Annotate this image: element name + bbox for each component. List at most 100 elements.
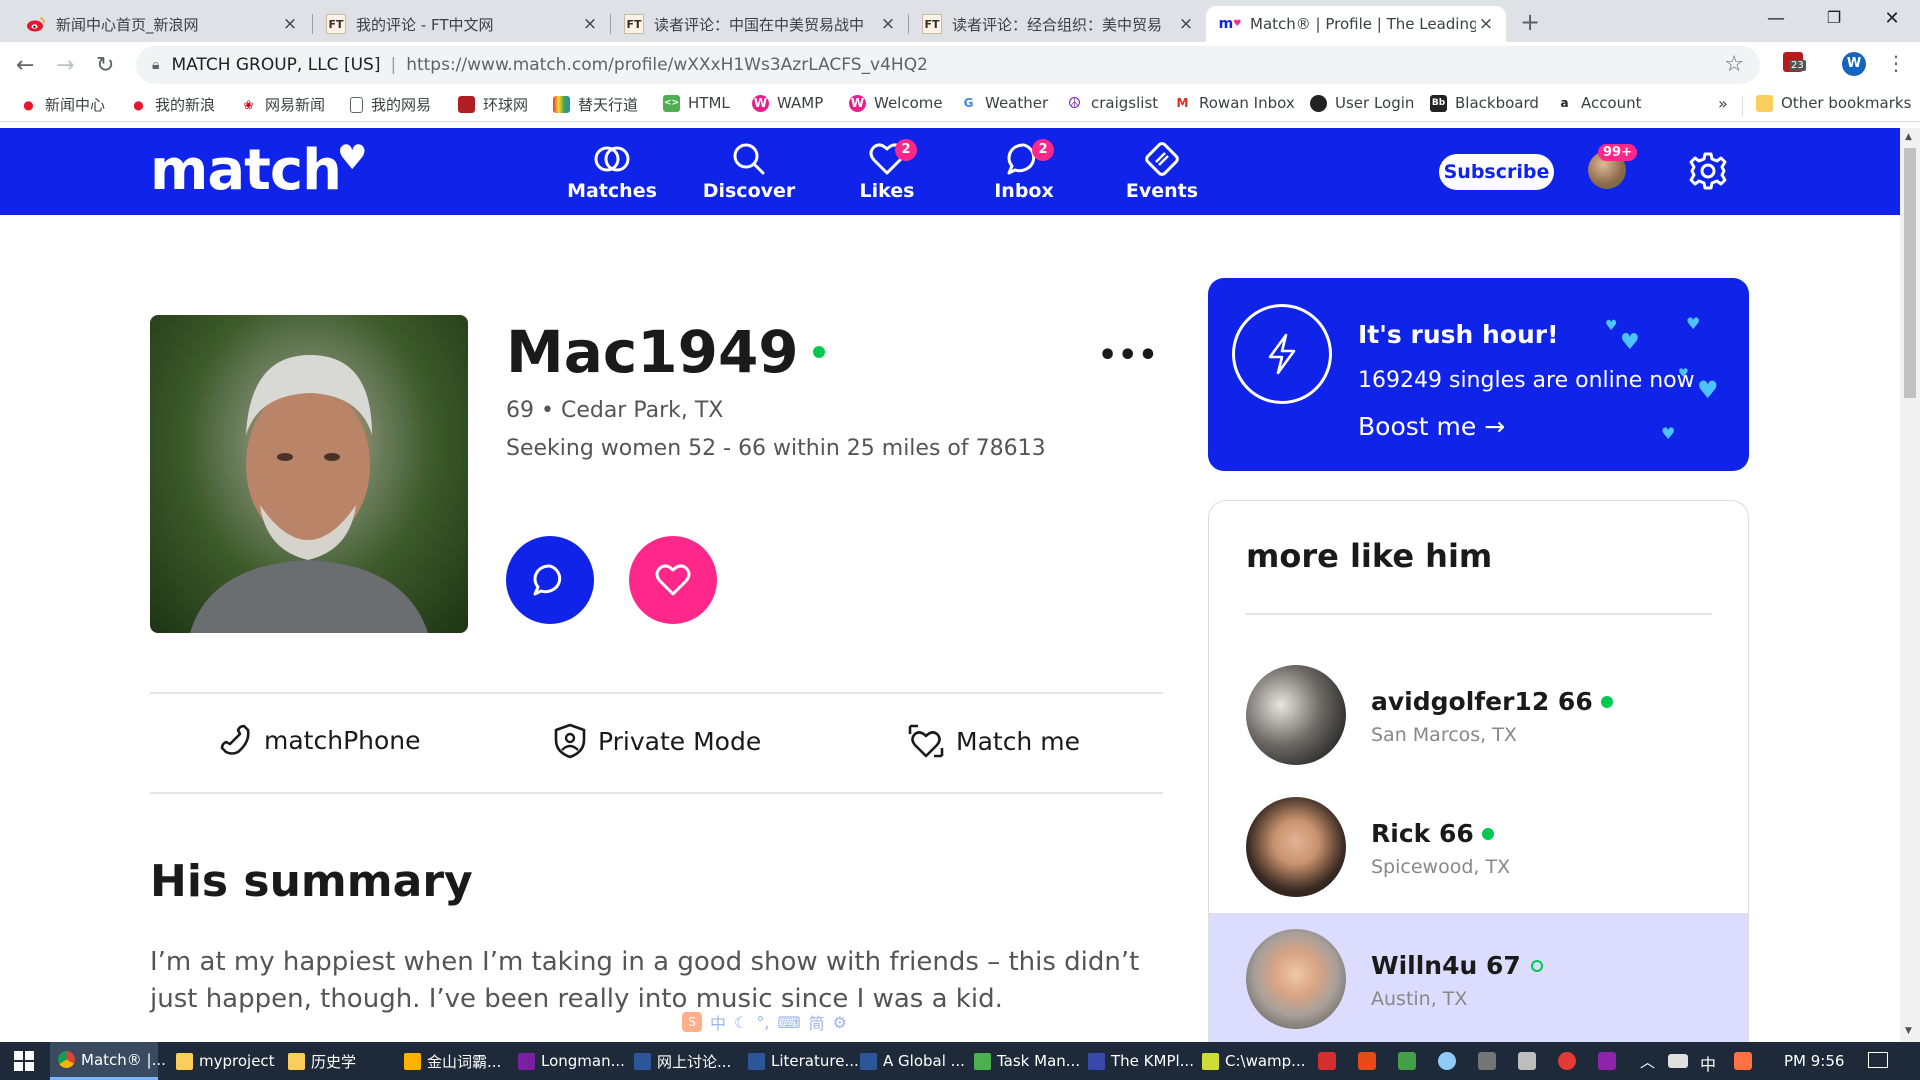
minimize-icon[interactable]: — (1756, 8, 1796, 34)
extension-icon[interactable]: 23 (1783, 52, 1806, 72)
nav-likes[interactable]: 2 Likes (837, 138, 937, 202)
bookmark-item[interactable]: M Rowan Inbox (1174, 94, 1295, 112)
reload-icon[interactable]: ↻ (96, 53, 114, 78)
browser-tab[interactable]: FT 读者评论：中国在中美贸易战中 × (610, 6, 908, 42)
taskbar-item[interactable]: A Global ... (852, 1042, 965, 1080)
ime-language[interactable]: 中 (1700, 1051, 1716, 1075)
scroll-up-icon[interactable]: ▲ (1905, 132, 1912, 142)
new-tab-button[interactable]: + (1520, 8, 1540, 36)
taskbar-item[interactable]: Match® |... (50, 1042, 166, 1080)
bookmark-item[interactable]: <> HTML (663, 94, 730, 112)
clock[interactable]: PM 9:56 (1784, 1052, 1844, 1070)
forward-arrow-icon[interactable]: → (56, 53, 74, 78)
nav-events[interactable]: Events (1112, 138, 1212, 202)
pdf-icon[interactable] (1318, 1052, 1336, 1070)
star-icon[interactable]: ☆ (1724, 52, 1744, 77)
match-icon: m ♥ (1218, 16, 1242, 32)
close-tab-icon[interactable]: × (1176, 14, 1196, 34)
private-mode-button[interactable]: Private Mode (552, 722, 761, 760)
bookmark-item[interactable]: ❀ 网易新闻 (240, 94, 325, 115)
match-logo[interactable]: match♥ (150, 138, 370, 203)
tab-title: Match® | Profile | The Leading O (1250, 15, 1476, 33)
browser-tab-active[interactable]: m ♥ Match® | Profile | The Leading O × (1206, 6, 1506, 42)
message-button[interactable] (506, 536, 594, 624)
ime-toolbar[interactable]: S 中 ☾ °, ⌨ 简 ⚙ (676, 1008, 936, 1036)
tray-app-icon[interactable] (1398, 1052, 1416, 1070)
notifications-icon[interactable] (1868, 1052, 1888, 1068)
taskbar-item[interactable]: C:\wamp... (1194, 1042, 1305, 1080)
taskbar-item[interactable]: Longman... (510, 1042, 625, 1080)
bookmark-item[interactable]: G Weather (960, 94, 1049, 112)
taskbar-item[interactable]: Task Man... (966, 1042, 1080, 1080)
bookmark-item[interactable]: ● 我的新浪 (130, 94, 215, 115)
tray-app-icon[interactable] (1478, 1052, 1496, 1070)
subscribe-button[interactable]: Subscribe (1439, 154, 1554, 190)
taskbar-item[interactable]: 历史学 (280, 1042, 388, 1080)
page-icon (350, 96, 363, 113)
url-text: https://www.match.com/profile/wXXxH1Ws3A… (406, 55, 928, 75)
scroll-down-icon[interactable]: ▼ (1905, 1026, 1912, 1036)
word-icon (748, 1052, 765, 1070)
browser-tab[interactable]: FT 我的评论 - FT中文网 × (312, 6, 610, 42)
suggested-profile-row[interactable]: Willn4u 67 Austin, TX (1209, 913, 1748, 1045)
taskbar-item[interactable]: The KMPl... (1080, 1042, 1194, 1080)
tray-app-icon[interactable] (1518, 1052, 1536, 1070)
address-bar[interactable]: 🔒︎ MATCH GROUP, LLC [US] | https://www.m… (136, 46, 1760, 84)
close-tab-icon[interactable]: × (1476, 14, 1496, 34)
close-tab-icon[interactable]: × (280, 14, 300, 34)
nav-inbox[interactable]: 2 Inbox (974, 138, 1074, 202)
bookmark-item[interactable]: 我的网易 (350, 94, 431, 115)
taskbar-item[interactable]: 金山词霸... (396, 1042, 504, 1080)
suggested-profile-row[interactable]: avidgolfer12 66 San Marcos, TX (1209, 649, 1748, 781)
bookmark-item[interactable]: W WAMP (752, 94, 823, 112)
browser-tab[interactable]: FT 读者评论：经合组织：美中贸易 × (908, 6, 1206, 42)
like-button[interactable] (629, 536, 717, 624)
sogou-tray-icon[interactable] (1734, 1052, 1752, 1070)
boost-me-link[interactable]: Boost me → (1358, 412, 1505, 441)
wamp-icon: W (752, 94, 769, 112)
bookmark-item[interactable]: W Welcome (849, 94, 943, 112)
bookmark-item[interactable]: a Account (1556, 94, 1641, 112)
bookmark-item[interactable]: Bb Blackboard (1430, 94, 1539, 112)
browser-tab[interactable]: 新闻中心首页_新浪网 × (12, 6, 310, 42)
close-tab-icon[interactable]: × (878, 14, 898, 34)
tray-app-icon[interactable] (1438, 1052, 1456, 1070)
profile-avatar-icon[interactable]: W (1842, 52, 1866, 76)
rush-hour-card[interactable]: It's rush hour! 169249 singles are onlin… (1208, 278, 1749, 471)
start-button[interactable] (0, 1042, 48, 1080)
taskbar-item[interactable]: myproject (168, 1042, 276, 1080)
close-tab-icon[interactable]: × (580, 14, 600, 34)
close-window-icon[interactable]: ✕ (1872, 8, 1912, 34)
bookmark-item[interactable]: 环球网 (458, 94, 528, 115)
restore-icon[interactable]: ❐ (1814, 8, 1854, 34)
battery-icon[interactable] (1668, 1054, 1688, 1068)
bookmark-item[interactable]: User Login (1310, 94, 1414, 112)
scrollbar-thumb[interactable] (1904, 148, 1916, 398)
nav-matches[interactable]: Matches (562, 138, 662, 202)
bookmark-item[interactable]: ☮ craigslist (1066, 94, 1158, 112)
back-arrow-icon[interactable]: ← (16, 53, 34, 78)
settings-gear-icon[interactable] (1688, 151, 1728, 191)
taskbar-item[interactable]: 网上讨论... (626, 1042, 734, 1080)
nav-discover[interactable]: Discover (699, 138, 799, 202)
site-org: MATCH GROUP, LLC [US] (171, 55, 381, 75)
taskbar-item[interactable]: Literature... (740, 1042, 859, 1080)
tray-app-icon[interactable] (1598, 1052, 1616, 1070)
tab-title: 读者评论：中国在中美贸易战中 (654, 15, 865, 34)
bookmark-item[interactable]: 替天行道 (553, 94, 638, 115)
tray-app-icon[interactable] (1558, 1052, 1576, 1070)
match-me-button[interactable]: Match me (906, 722, 1080, 760)
bookmarks-overflow-button[interactable]: » (1718, 94, 1728, 113)
profile-photo[interactable] (150, 315, 468, 633)
netease-icon: ❀ (243, 97, 254, 112)
other-bookmarks[interactable]: Other bookmarks (1756, 94, 1911, 112)
suggested-profile-row[interactable]: Rick 66 Spicewood, TX (1209, 781, 1748, 913)
more-options-button[interactable]: ••• (1098, 338, 1159, 373)
powerpoint-icon[interactable] (1358, 1052, 1376, 1070)
tray-expand-icon[interactable]: ︿ (1640, 1051, 1655, 1072)
matchphone-button[interactable]: matchPhone (218, 722, 421, 758)
page-scrollbar[interactable]: ▲ ▼ (1900, 128, 1920, 1042)
menu-dots-icon[interactable]: ⋮ (1886, 51, 1906, 75)
bookmark-item[interactable]: ● 新闻中心 (20, 94, 105, 115)
ft-icon: FT (922, 14, 942, 34)
